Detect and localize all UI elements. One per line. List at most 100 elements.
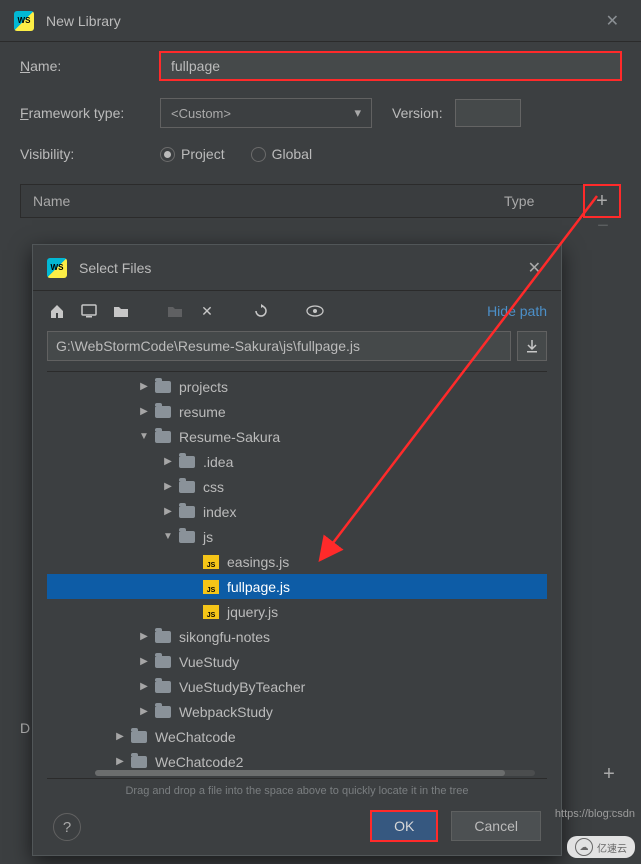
folder-icon [179, 456, 195, 468]
file-tree[interactable]: ▶projects▶resume▼Resume-Sakura▶.idea▶css… [47, 371, 547, 779]
radio-global-label: Global [272, 146, 312, 162]
folder-node[interactable]: ▶ index [47, 499, 547, 524]
toggle-icon[interactable]: ▶ [137, 656, 151, 667]
folder-node[interactable]: ▶ sikongfu-notes [47, 624, 547, 649]
folder-icon [155, 681, 171, 693]
window-title: New Library [46, 13, 598, 29]
folder-node[interactable]: ▶.idea [47, 449, 547, 474]
home-icon[interactable] [47, 301, 67, 321]
th-name[interactable]: Name [21, 193, 504, 209]
framework-label: Framework type: [20, 105, 160, 121]
refresh-icon[interactable] [251, 301, 271, 321]
toggle-icon[interactable]: ▼ [137, 431, 151, 442]
show-hidden-icon[interactable] [305, 301, 325, 321]
folder-node[interactable]: ▶ VueStudy [47, 649, 547, 674]
js-file-icon: JS [203, 605, 219, 619]
name-input[interactable] [160, 52, 621, 80]
node-label: WeChatcode2 [155, 754, 243, 770]
cancel-button[interactable]: Cancel [451, 811, 541, 841]
folder-icon [155, 406, 171, 418]
node-label: VueStudy [179, 654, 239, 670]
select-files-dialog: WS Select Files ✕ ✕ [32, 244, 562, 856]
close-icon[interactable]: ✕ [522, 254, 547, 282]
folder-icon [131, 756, 147, 768]
folder-icon [155, 706, 171, 718]
folder-node[interactable]: ▼ js [47, 524, 547, 549]
app-icon: WS [47, 258, 67, 278]
toggle-icon[interactable]: ▶ [137, 406, 151, 417]
toggle-icon[interactable]: ▶ [137, 381, 151, 392]
path-input[interactable] [47, 331, 511, 361]
node-label: fullpage.js [227, 579, 290, 595]
download-icon[interactable] [517, 331, 547, 361]
js-file-icon: JS [203, 555, 219, 569]
file-node[interactable]: JS fullpage.js [47, 574, 547, 599]
remove-button[interactable]: − [585, 210, 621, 242]
folder-node[interactable]: ▶ css [47, 474, 547, 499]
node-label: WebpackStudy [179, 704, 273, 720]
folder-icon [179, 531, 195, 543]
libraries-table: Name Type + [20, 184, 621, 218]
node-label: index [203, 504, 236, 520]
folder-node[interactable]: ▶ resume [47, 399, 547, 424]
node-label: VueStudyByTeacher [179, 679, 305, 695]
toggle-icon[interactable]: ▶ [161, 481, 175, 492]
visibility-label: Visibility: [20, 146, 160, 162]
folder-icon [155, 631, 171, 643]
help-button[interactable]: ? [53, 813, 81, 841]
tree-hint: Drag and drop a file into the space abov… [33, 779, 561, 797]
dialog-title: Select Files [79, 260, 522, 276]
node-label: jquery.js [227, 604, 278, 620]
watermark: ☁ 亿速云 [567, 836, 635, 858]
folder-icon [179, 506, 195, 518]
toggle-icon[interactable]: ▶ [161, 506, 175, 517]
node-label: css [203, 479, 224, 495]
folder-node[interactable]: ▶ VueStudyByTeacher [47, 674, 547, 699]
folder-icon [155, 656, 171, 668]
toolbar: ✕ Hide path [33, 291, 561, 331]
delete-icon[interactable]: ✕ [197, 301, 217, 321]
version-label: Version: [392, 105, 443, 121]
folder-node[interactable]: ▼ Resume-Sakura [47, 424, 547, 449]
toggle-icon[interactable]: ▶ [137, 706, 151, 717]
node-label: Resume-Sakura [179, 429, 280, 445]
watermark-url: https://blog.csdn [555, 808, 635, 820]
toggle-icon[interactable]: ▶ [137, 681, 151, 692]
folder-icon [155, 381, 171, 393]
framework-select[interactable]: <Custom> [160, 98, 372, 128]
js-file-icon: JS [203, 580, 219, 594]
ok-button[interactable]: OK [371, 811, 437, 841]
folder-node[interactable]: ▶ projects [47, 374, 547, 399]
node-label: js [203, 529, 213, 545]
radio-project[interactable] [160, 147, 175, 162]
hide-path-link[interactable]: Hide path [487, 303, 547, 319]
toggle-icon[interactable]: ▼ [161, 531, 175, 542]
toggle-icon[interactable]: ▶ [113, 731, 127, 742]
desktop-icon[interactable] [79, 301, 99, 321]
folder-node[interactable]: ▶ WebpackStudy [47, 699, 547, 724]
close-icon[interactable]: ✕ [598, 7, 627, 35]
folder-icon [179, 481, 195, 493]
node-label: WeChatcode [155, 729, 236, 745]
name-label: Name: [20, 58, 160, 74]
node-label: resume [179, 404, 226, 420]
app-icon: WS [14, 11, 34, 31]
folder-icon [131, 731, 147, 743]
toggle-icon[interactable]: ▶ [113, 756, 127, 767]
folder-icon [155, 431, 171, 443]
node-label: sikongfu-notes [179, 629, 270, 645]
radio-global[interactable] [251, 147, 266, 162]
toggle-icon[interactable]: ▶ [137, 631, 151, 642]
node-label: projects [179, 379, 228, 395]
file-node[interactable]: JSeasings.js [47, 549, 547, 574]
file-node[interactable]: JS jquery.js [47, 599, 547, 624]
horizontal-scrollbar[interactable] [95, 770, 535, 776]
d-label: D [20, 720, 30, 736]
new-folder-icon[interactable] [165, 301, 185, 321]
toggle-icon[interactable]: ▶ [161, 456, 175, 467]
folder-node[interactable]: ▶ WeChatcode [47, 724, 547, 749]
outer-add-button[interactable]: + [591, 758, 627, 790]
th-type[interactable]: Type [504, 193, 584, 209]
project-icon[interactable] [111, 301, 131, 321]
version-input[interactable] [455, 99, 521, 127]
